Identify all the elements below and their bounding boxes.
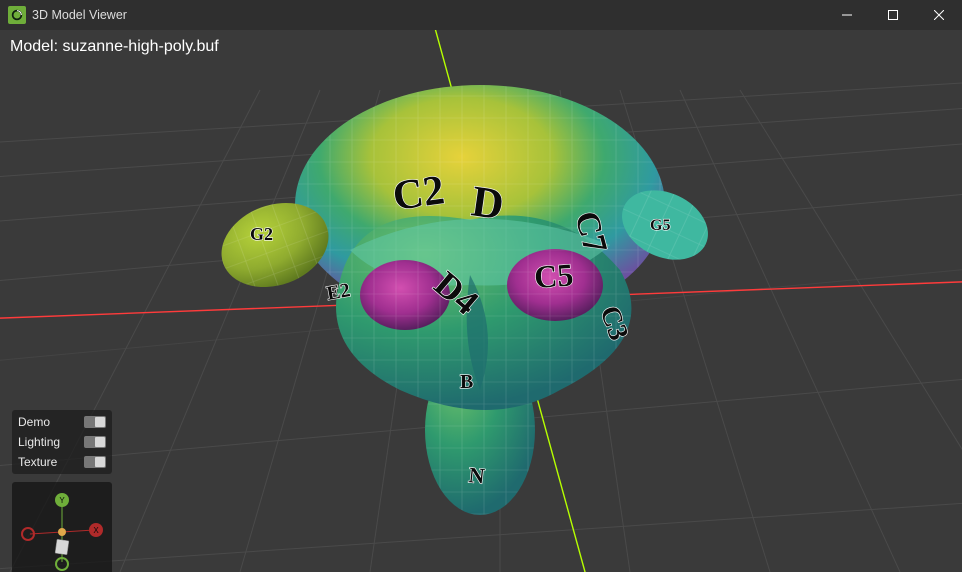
maximize-button[interactable] <box>870 0 916 30</box>
controls-panel: Demo Lighting Texture <box>12 410 112 474</box>
close-icon <box>934 10 944 20</box>
svg-text:B: B <box>460 371 473 393</box>
toggle-knob <box>95 417 105 427</box>
svg-text:N: N <box>467 462 486 489</box>
svg-text:G2: G2 <box>250 224 273 244</box>
toggle-switch[interactable] <box>84 456 106 468</box>
gizmo-x-label: X <box>93 526 99 535</box>
window-title: 3D Model Viewer <box>32 8 127 22</box>
minimize-button[interactable] <box>824 0 870 30</box>
toggle-label: Texture <box>18 455 57 469</box>
close-button[interactable] <box>916 0 962 30</box>
maximize-icon <box>888 10 898 20</box>
gizmo-z-handle[interactable] <box>55 539 69 555</box>
toggle-switch[interactable] <box>84 436 106 448</box>
nav-gizmo[interactable]: Y X <box>12 482 112 572</box>
gizmo-y-label: Y <box>59 496 65 505</box>
gizmo-center[interactable] <box>58 528 66 536</box>
toggle-knob <box>95 457 105 467</box>
toggle-label: Lighting <box>18 435 60 449</box>
viewport-3d[interactable]: C2 D C7 G2 G5 D4 C5 C3 E2 B N Model: suz… <box>0 30 962 572</box>
toggle-row-texture[interactable]: Texture <box>12 452 112 472</box>
toggle-label: Demo <box>18 415 50 429</box>
model-label-prefix: Model: <box>10 38 62 55</box>
nav-gizmo-svg: Y X <box>12 482 112 572</box>
toggle-knob <box>95 437 105 447</box>
minimize-icon <box>842 10 852 20</box>
scene-render: C2 D C7 G2 G5 D4 C5 C3 E2 B N <box>0 30 962 572</box>
toggle-switch[interactable] <box>84 416 106 428</box>
model-label: Model: suzanne-high-poly.buf <box>10 38 219 56</box>
app-icon <box>8 6 26 24</box>
toggle-row-demo[interactable]: Demo <box>12 412 112 432</box>
model-filename: suzanne-high-poly.buf <box>62 38 218 55</box>
toggle-row-lighting[interactable]: Lighting <box>12 432 112 452</box>
svg-text:C2: C2 <box>390 167 447 220</box>
svg-text:E2: E2 <box>325 279 352 305</box>
svg-text:G5: G5 <box>650 217 670 234</box>
svg-text:D: D <box>469 176 507 229</box>
app-window: 3D Model Viewer <box>0 0 962 572</box>
svg-text:C5: C5 <box>533 256 575 295</box>
titlebar[interactable]: 3D Model Viewer <box>0 0 962 30</box>
